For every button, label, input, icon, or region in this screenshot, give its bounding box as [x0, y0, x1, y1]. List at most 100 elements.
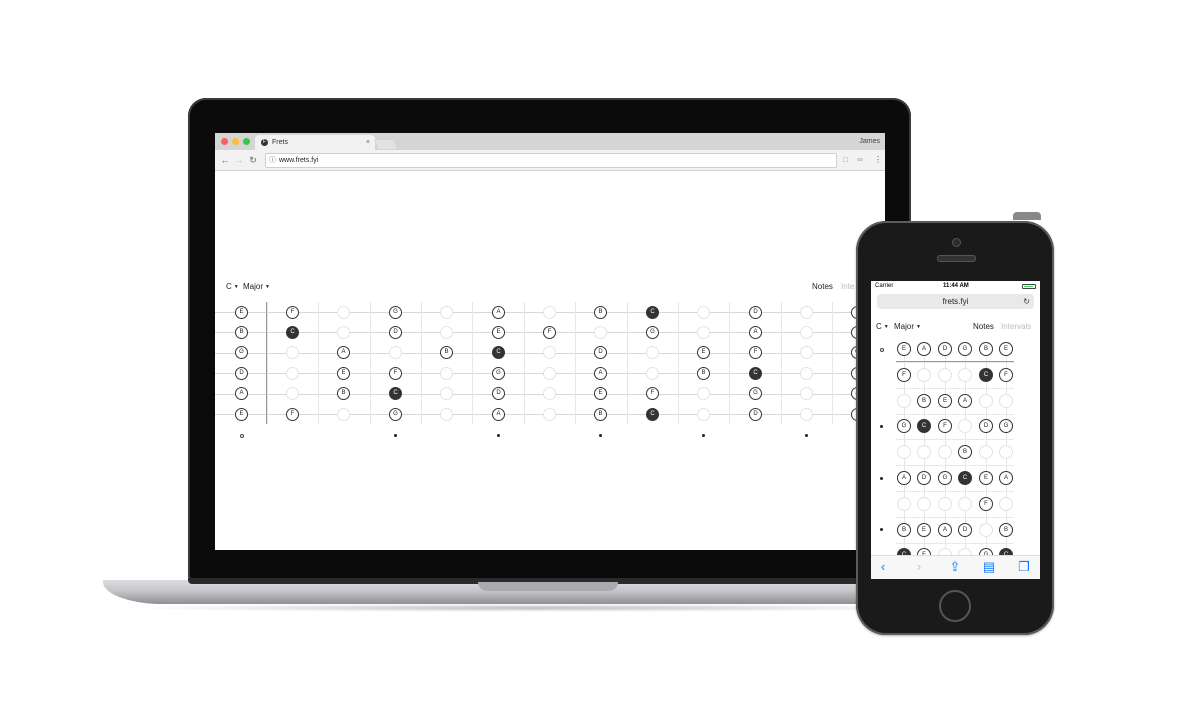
note-marker[interactable]: C — [897, 548, 911, 555]
note-marker[interactable]: A — [594, 367, 607, 380]
note-marker[interactable]: E — [979, 471, 993, 485]
fret-position[interactable] — [440, 367, 453, 380]
note-marker[interactable]: F — [286, 408, 299, 421]
fret-position[interactable] — [917, 368, 931, 382]
note-marker[interactable]: B — [440, 346, 453, 359]
note-marker[interactable]: C — [958, 471, 972, 485]
share-icon[interactable]: ⇪ — [945, 559, 965, 575]
note-marker[interactable]: B — [697, 367, 710, 380]
note-marker[interactable]: G — [938, 471, 952, 485]
fret-position[interactable] — [646, 346, 659, 359]
note-marker[interactable]: F — [938, 419, 952, 433]
fret-position[interactable] — [999, 445, 1013, 459]
bookmarks-icon[interactable]: ▤ — [979, 559, 999, 575]
fret-position[interactable] — [938, 445, 952, 459]
note-marker[interactable]: F — [917, 548, 931, 555]
fret-position[interactable] — [440, 387, 453, 400]
note-marker[interactable]: D — [938, 342, 952, 356]
note-marker[interactable]: E — [337, 367, 350, 380]
note-marker[interactable]: D — [917, 471, 931, 485]
fret-position[interactable] — [958, 497, 972, 511]
note-marker[interactable]: C — [492, 346, 505, 359]
note-marker[interactable]: C — [917, 419, 931, 433]
fret-position[interactable] — [337, 326, 350, 339]
fret-position[interactable] — [286, 387, 299, 400]
note-marker[interactable]: D — [979, 419, 993, 433]
fret-position[interactable] — [800, 306, 813, 319]
note-marker[interactable]: B — [979, 342, 993, 356]
note-marker[interactable]: E — [235, 408, 248, 421]
fret-position[interactable] — [938, 497, 952, 511]
fret-position[interactable] — [800, 346, 813, 359]
fret-position[interactable] — [897, 394, 911, 408]
fret-position[interactable] — [697, 387, 710, 400]
fret-position[interactable] — [543, 306, 556, 319]
note-marker[interactable]: G — [999, 419, 1013, 433]
fret-position[interactable] — [800, 408, 813, 421]
fret-position[interactable] — [697, 408, 710, 421]
note-marker[interactable]: C — [286, 326, 299, 339]
note-marker[interactable]: G — [389, 408, 402, 421]
note-marker[interactable]: G — [749, 387, 762, 400]
note-marker[interactable]: G — [979, 548, 993, 555]
note-marker[interactable]: B — [917, 394, 931, 408]
fret-position[interactable] — [958, 368, 972, 382]
note-marker[interactable]: A — [958, 394, 972, 408]
note-marker[interactable]: C — [999, 548, 1013, 555]
fret-position[interactable] — [440, 326, 453, 339]
note-marker[interactable]: D — [958, 523, 972, 537]
note-marker[interactable]: A — [897, 471, 911, 485]
note-marker[interactable]: F — [897, 368, 911, 382]
fret-position[interactable] — [389, 346, 402, 359]
note-marker[interactable]: C — [646, 408, 659, 421]
note-marker[interactable]: B — [337, 387, 350, 400]
fret-position[interactable] — [938, 548, 952, 555]
note-marker[interactable]: B — [958, 445, 972, 459]
back-icon[interactable]: ‹ — [873, 559, 893, 575]
note-marker[interactable]: F — [646, 387, 659, 400]
note-marker[interactable]: C — [646, 306, 659, 319]
note-marker[interactable]: B — [594, 408, 607, 421]
note-marker[interactable]: G — [492, 367, 505, 380]
forward-icon[interactable]: › — [909, 559, 929, 575]
note-marker[interactable]: G — [235, 346, 248, 359]
note-marker[interactable]: G — [389, 306, 402, 319]
fret-position[interactable] — [697, 306, 710, 319]
fret-position[interactable] — [337, 408, 350, 421]
fret-position[interactable] — [646, 367, 659, 380]
note-marker[interactable]: G — [897, 419, 911, 433]
note-marker[interactable]: E — [938, 394, 952, 408]
fret-position[interactable] — [286, 346, 299, 359]
note-marker[interactable]: D — [749, 306, 762, 319]
fret-position[interactable] — [979, 394, 993, 408]
fret-position[interactable] — [440, 306, 453, 319]
fret-position[interactable] — [543, 387, 556, 400]
note-marker[interactable]: C — [979, 368, 993, 382]
fret-position[interactable] — [697, 326, 710, 339]
note-marker[interactable]: B — [235, 326, 248, 339]
fret-position[interactable] — [938, 368, 952, 382]
note-marker[interactable]: G — [958, 342, 972, 356]
fret-position[interactable] — [999, 497, 1013, 511]
fret-position[interactable] — [800, 326, 813, 339]
fret-position[interactable] — [543, 367, 556, 380]
note-marker[interactable]: A — [999, 471, 1013, 485]
note-marker[interactable]: D — [749, 408, 762, 421]
note-marker[interactable]: E — [917, 523, 931, 537]
fret-position[interactable] — [337, 306, 350, 319]
fret-position[interactable] — [800, 367, 813, 380]
note-marker[interactable]: E — [897, 342, 911, 356]
fret-position[interactable] — [286, 367, 299, 380]
tabs-icon[interactable]: ❐ — [1014, 559, 1034, 575]
note-marker[interactable]: A — [235, 387, 248, 400]
note-marker[interactable]: F — [543, 326, 556, 339]
note-marker[interactable]: F — [999, 368, 1013, 382]
note-marker[interactable]: A — [749, 326, 762, 339]
fret-position[interactable] — [594, 326, 607, 339]
fret-position[interactable] — [543, 346, 556, 359]
fret-position[interactable] — [917, 497, 931, 511]
note-marker[interactable]: D — [389, 326, 402, 339]
note-marker[interactable]: E — [999, 342, 1013, 356]
note-marker[interactable]: A — [337, 346, 350, 359]
fret-position[interactable] — [979, 523, 993, 537]
